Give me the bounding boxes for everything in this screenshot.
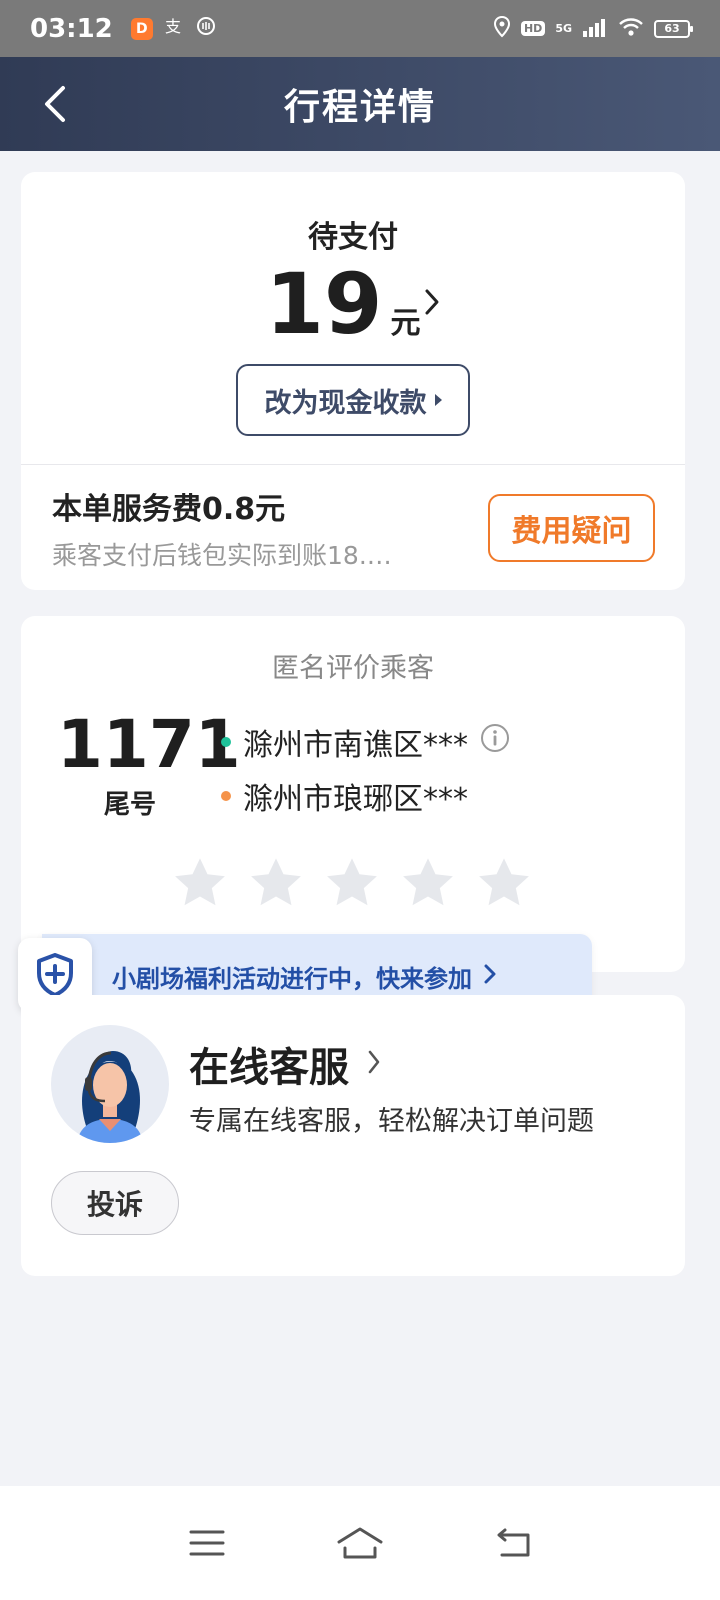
fee-question-button[interactable]: 费用疑问 [488, 494, 655, 562]
route-destination: 滁州市琅琊区*** [221, 774, 468, 818]
origin-dot [221, 737, 231, 747]
system-nav-bar [0, 1486, 720, 1600]
status-time: 03:12 [30, 13, 113, 44]
online-service-description: 专属在线客服，轻松解决订单问题 [189, 1106, 594, 1137]
status-bar: 03:12 D 支 HD 5G 63 [0, 0, 720, 57]
rating-card: 匿名评价乘客 1171 尾号 滁州市南谯区*** 滁州市琅琊区*** [21, 616, 685, 972]
service-agent-avatar [51, 1025, 169, 1143]
customer-service-card: 在线客服 专属在线客服，轻松解决订单问题 投诉 [21, 995, 685, 1276]
menu-icon [189, 1530, 225, 1556]
wifi-icon [618, 17, 644, 41]
page-header: 行程详情 [0, 57, 720, 151]
didi-app-icon: D [130, 17, 153, 40]
passenger-tail-label: 尾号 [103, 790, 156, 820]
star-rating [171, 854, 533, 912]
page-title: 行程详情 [283, 87, 436, 128]
menu-nav-button[interactable] [177, 1513, 237, 1573]
service-fee-subtext: 乘客支付后钱包实际到账18.… [52, 541, 392, 570]
star-icon[interactable] [323, 854, 381, 912]
return-icon [497, 1528, 530, 1557]
star-icon[interactable] [171, 854, 229, 912]
divider [21, 464, 685, 465]
svg-text:支: 支 [165, 17, 181, 36]
payment-unit: 元 [390, 306, 421, 341]
destination-dot [221, 791, 231, 801]
route-destination-text: 滁州市琅琊区*** [243, 782, 468, 817]
location-icon [493, 15, 511, 42]
complain-button[interactable]: 投诉 [51, 1171, 179, 1235]
payment-status: 待支付 [308, 220, 398, 255]
service-fee-text: 本单服务费0.8元 [52, 492, 286, 527]
home-nav-button[interactable] [330, 1513, 390, 1573]
rating-title: 匿名评价乘客 [272, 653, 434, 684]
triangle-right-icon [434, 394, 442, 406]
hd-badge: HD [520, 21, 546, 36]
battery-icon: 63 [654, 19, 693, 38]
chevron-right-icon [367, 1049, 381, 1079]
route-origin: 滁州市南谯区*** [221, 720, 510, 764]
payment-amount: 19 [265, 255, 383, 353]
switch-to-cash-label: 改为现金收款 [264, 387, 427, 419]
alipay-icon: 支 [163, 15, 185, 42]
signal-icon [582, 17, 608, 41]
back-nav-button[interactable] [483, 1513, 543, 1573]
passenger-tail-number: 1171 [57, 706, 241, 783]
wallet-icon [195, 15, 217, 42]
star-icon[interactable] [475, 854, 533, 912]
star-icon[interactable] [399, 854, 457, 912]
route-origin-text: 滁州市南谯区*** [243, 728, 468, 763]
online-service-link[interactable]: 在线客服 [189, 1035, 381, 1093]
home-icon [337, 1527, 383, 1559]
network-label: 5G [555, 22, 572, 35]
online-service-title: 在线客服 [189, 1045, 349, 1091]
info-icon[interactable] [480, 723, 510, 761]
status-right-icons: HD 5G 63 [493, 15, 693, 42]
star-icon[interactable] [247, 854, 305, 912]
promo-text: 小剧场福利活动进行中，快来参加 [112, 964, 472, 993]
back-button[interactable] [30, 79, 80, 129]
payment-amount-link[interactable]: 19 元 [21, 262, 685, 346]
chevron-right-icon [424, 288, 440, 320]
status-left-icons: D 支 [130, 15, 217, 42]
switch-to-cash-button[interactable]: 改为现金收款 [236, 364, 470, 436]
chevron-right-icon [484, 963, 496, 989]
back-arrow-icon [45, 86, 65, 122]
payment-card: 待支付 19 元 改为现金收款 本单服务费0.8元 乘客支付后钱包实际到账18.… [21, 172, 685, 590]
